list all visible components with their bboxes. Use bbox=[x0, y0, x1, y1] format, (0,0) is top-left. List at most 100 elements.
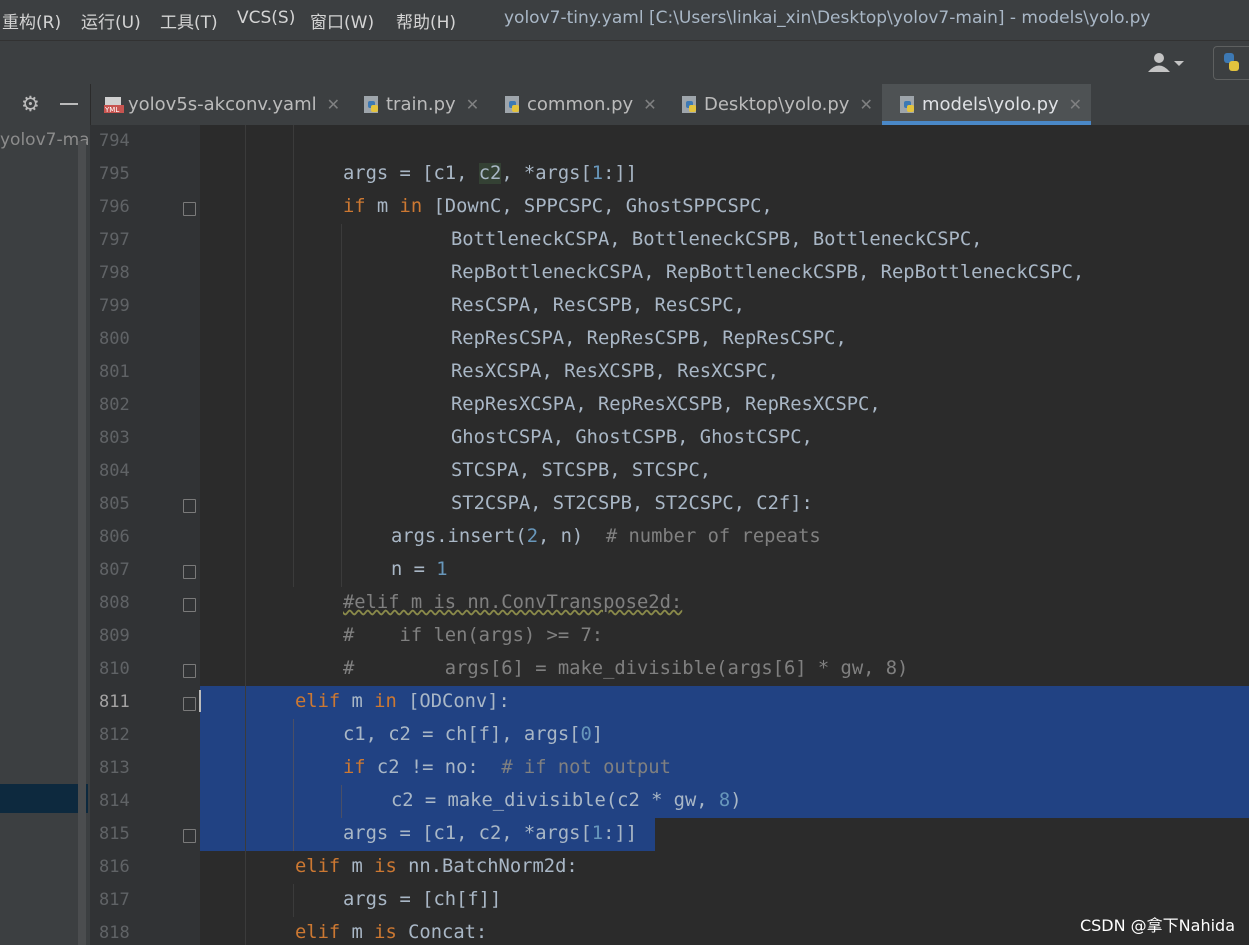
code-text: STCSPA, STCSPB, STCSPC, bbox=[451, 460, 712, 481]
tab-yolov5s-akconv-yaml[interactable]: YML yolov5s-akconv.yaml ✕ bbox=[104, 84, 340, 125]
code-text: args = [ch[f]] bbox=[343, 889, 502, 910]
code-text: n = 1 bbox=[391, 559, 448, 580]
code-line: 797 BottleneckCSPA, BottleneckCSPB, Bott… bbox=[90, 224, 1249, 257]
code-line: 814 c2 = make_divisible(c2 * gw, 8) bbox=[90, 785, 1249, 818]
code-line: 798 RepBottleneckCSPA, RepBottleneckCSPB… bbox=[90, 257, 1249, 290]
tab-models-yolo-py[interactable]: models\yolo.py ✕ bbox=[882, 84, 1091, 125]
watermark: CSDN @拿下Nahida bbox=[1079, 916, 1235, 935]
close-icon[interactable]: ✕ bbox=[859, 95, 872, 114]
project-selected-row[interactable] bbox=[0, 784, 88, 813]
tab-common-py[interactable]: common.py ✕ bbox=[503, 84, 657, 125]
code-line: 810 # args[6] = make_divisible(args[6] *… bbox=[90, 653, 1249, 686]
code-line: 818 elif m is Concat: bbox=[90, 917, 1249, 945]
project-scrollbar[interactable] bbox=[78, 141, 86, 945]
line-number: 809 bbox=[99, 626, 130, 646]
svg-text:YML: YML bbox=[104, 106, 119, 114]
line-number: 804 bbox=[99, 461, 130, 481]
line-number: 802 bbox=[99, 395, 130, 415]
close-icon[interactable]: ✕ bbox=[643, 95, 656, 114]
code-line: 805 ST2CSPA, ST2CSPB, ST2CSPC, C2f]: bbox=[90, 488, 1249, 521]
code-line: 809 # if len(args) >= 7: bbox=[90, 620, 1249, 653]
code-text: args = [c1, c2, *args[1:]] bbox=[343, 163, 638, 184]
menu-run[interactable]: 运行(U) bbox=[81, 8, 141, 33]
code-text: ST2CSPA, ST2CSPB, ST2CSPC, C2f]: bbox=[451, 493, 813, 514]
close-icon[interactable]: ✕ bbox=[1069, 95, 1082, 114]
code-text: c2 = make_divisible(c2 * gw, 8) bbox=[391, 790, 742, 811]
code-editor[interactable]: 794 795 args = [c1, c2, *args[1:]] 796 i… bbox=[90, 125, 1249, 945]
line-number: 796 bbox=[99, 197, 130, 217]
line-number: 799 bbox=[99, 296, 130, 316]
python-icon bbox=[1224, 53, 1239, 71]
menu-window[interactable]: 窗口(W) bbox=[310, 8, 374, 33]
line-number: 817 bbox=[99, 890, 130, 910]
menu-bar: 重构(R) 运行(U) 工具(T) VCS(S) 窗口(W) 帮助(H) yol… bbox=[0, 0, 1249, 40]
code-line: 806 args.insert(2, n) # number of repeat… bbox=[90, 521, 1249, 554]
toolbar bbox=[0, 40, 1249, 85]
tab-desktop-yolo-py[interactable]: Desktop\yolo.py ✕ bbox=[680, 84, 873, 125]
code-line: 815 args = [c1, c2, *args[1:]] bbox=[90, 818, 1249, 851]
code-line: 801 ResXCSPA, ResXCSPB, ResXCSPC, bbox=[90, 356, 1249, 389]
code-text: # if len(args) >= 7: bbox=[343, 625, 604, 646]
code-line: 817 args = [ch[f]] bbox=[90, 884, 1249, 917]
python-file-icon bbox=[503, 95, 521, 115]
code-text: elif m is nn.BatchNorm2d: bbox=[295, 856, 578, 877]
code-text: elif m is Concat: bbox=[295, 922, 488, 943]
project-root-item[interactable]: yolov7-ma bbox=[0, 130, 90, 150]
code-text: ResXCSPA, ResXCSPB, ResXCSPC, bbox=[451, 361, 779, 382]
menu-tools[interactable]: 工具(T) bbox=[160, 8, 218, 33]
code-text: elif m in [ODConv]: bbox=[295, 691, 510, 712]
tab-label: models\yolo.py bbox=[922, 94, 1059, 115]
python-file-icon bbox=[362, 95, 380, 115]
tab-train-py[interactable]: train.py ✕ bbox=[362, 84, 479, 125]
menu-vcs[interactable]: VCS(S) bbox=[237, 8, 295, 28]
python-interpreter-button[interactable] bbox=[1213, 46, 1249, 80]
project-panel-header: ⚙ bbox=[0, 84, 91, 125]
code-text: RepBottleneckCSPA, RepBottleneckCSPB, Re… bbox=[451, 262, 1085, 283]
line-number: 803 bbox=[99, 428, 130, 448]
code-text: #elif m is nn.ConvTranspose2d: bbox=[343, 592, 683, 613]
gear-icon[interactable]: ⚙ bbox=[21, 92, 40, 116]
line-number: 810 bbox=[99, 659, 130, 679]
code-line: 803 GhostCSPA, GhostCSPB, GhostCSPC, bbox=[90, 422, 1249, 455]
code-line: 816 elif m is nn.BatchNorm2d: bbox=[90, 851, 1249, 884]
code-line: 804 STCSPA, STCSPB, STCSPC, bbox=[90, 455, 1249, 488]
tab-label: common.py bbox=[527, 94, 634, 115]
tab-label: train.py bbox=[386, 94, 456, 115]
code-line: 813 if c2 != no: # if not output bbox=[90, 752, 1249, 785]
python-file-icon bbox=[680, 95, 698, 115]
code-line: 802 RepResXCSPA, RepResXCSPB, RepResXCSP… bbox=[90, 389, 1249, 422]
line-number: 818 bbox=[99, 923, 130, 943]
code-text: if c2 != no: # if not output bbox=[343, 757, 671, 778]
line-number: 794 bbox=[99, 131, 130, 151]
yaml-file-icon: YML bbox=[104, 95, 124, 115]
code-line: 811 elif m in [ODConv]: bbox=[90, 686, 1249, 719]
chevron-down-icon bbox=[1174, 61, 1184, 66]
code-line: 799 ResCSPA, ResCSPB, ResCSPC, bbox=[90, 290, 1249, 323]
close-icon[interactable]: ✕ bbox=[327, 95, 340, 114]
code-text: RepResXCSPA, RepResXCSPB, RepResXCSPC, bbox=[451, 394, 881, 415]
line-number: 811 bbox=[99, 692, 130, 712]
code-line: 807 n = 1 bbox=[90, 554, 1249, 587]
code-line: 795 args = [c1, c2, *args[1:]] bbox=[90, 158, 1249, 191]
code-text: args = [c1, c2, *args[1:]] bbox=[343, 823, 637, 844]
account-button[interactable] bbox=[1144, 51, 1190, 75]
menu-help[interactable]: 帮助(H) bbox=[396, 8, 456, 33]
tab-label: Desktop\yolo.py bbox=[704, 94, 850, 115]
python-file-icon bbox=[898, 95, 916, 115]
close-icon[interactable]: ✕ bbox=[466, 95, 479, 114]
line-number: 800 bbox=[99, 329, 130, 349]
window-title: yolov7-tiny.yaml [C:\Users\linkai_xin\De… bbox=[504, 8, 1151, 28]
tab-label: yolov5s-akconv.yaml bbox=[128, 94, 317, 115]
code-line: 808 #elif m is nn.ConvTranspose2d: bbox=[90, 587, 1249, 620]
line-number: 808 bbox=[99, 593, 130, 613]
menu-refactor[interactable]: 重构(R) bbox=[2, 8, 61, 33]
minimize-icon[interactable] bbox=[60, 103, 78, 105]
code-text: args.insert(2, n) # number of repeats bbox=[391, 526, 821, 547]
code-text: GhostCSPA, GhostCSPB, GhostCSPC, bbox=[451, 427, 813, 448]
user-icon bbox=[1148, 53, 1184, 72]
line-number: 801 bbox=[99, 362, 130, 382]
code-text: RepResCSPA, RepResCSPB, RepResCSPC, bbox=[451, 328, 847, 349]
code-line: 800 RepResCSPA, RepResCSPB, RepResCSPC, bbox=[90, 323, 1249, 356]
line-number: 815 bbox=[99, 824, 130, 844]
code-text: BottleneckCSPA, BottleneckCSPB, Bottlene… bbox=[451, 229, 983, 250]
